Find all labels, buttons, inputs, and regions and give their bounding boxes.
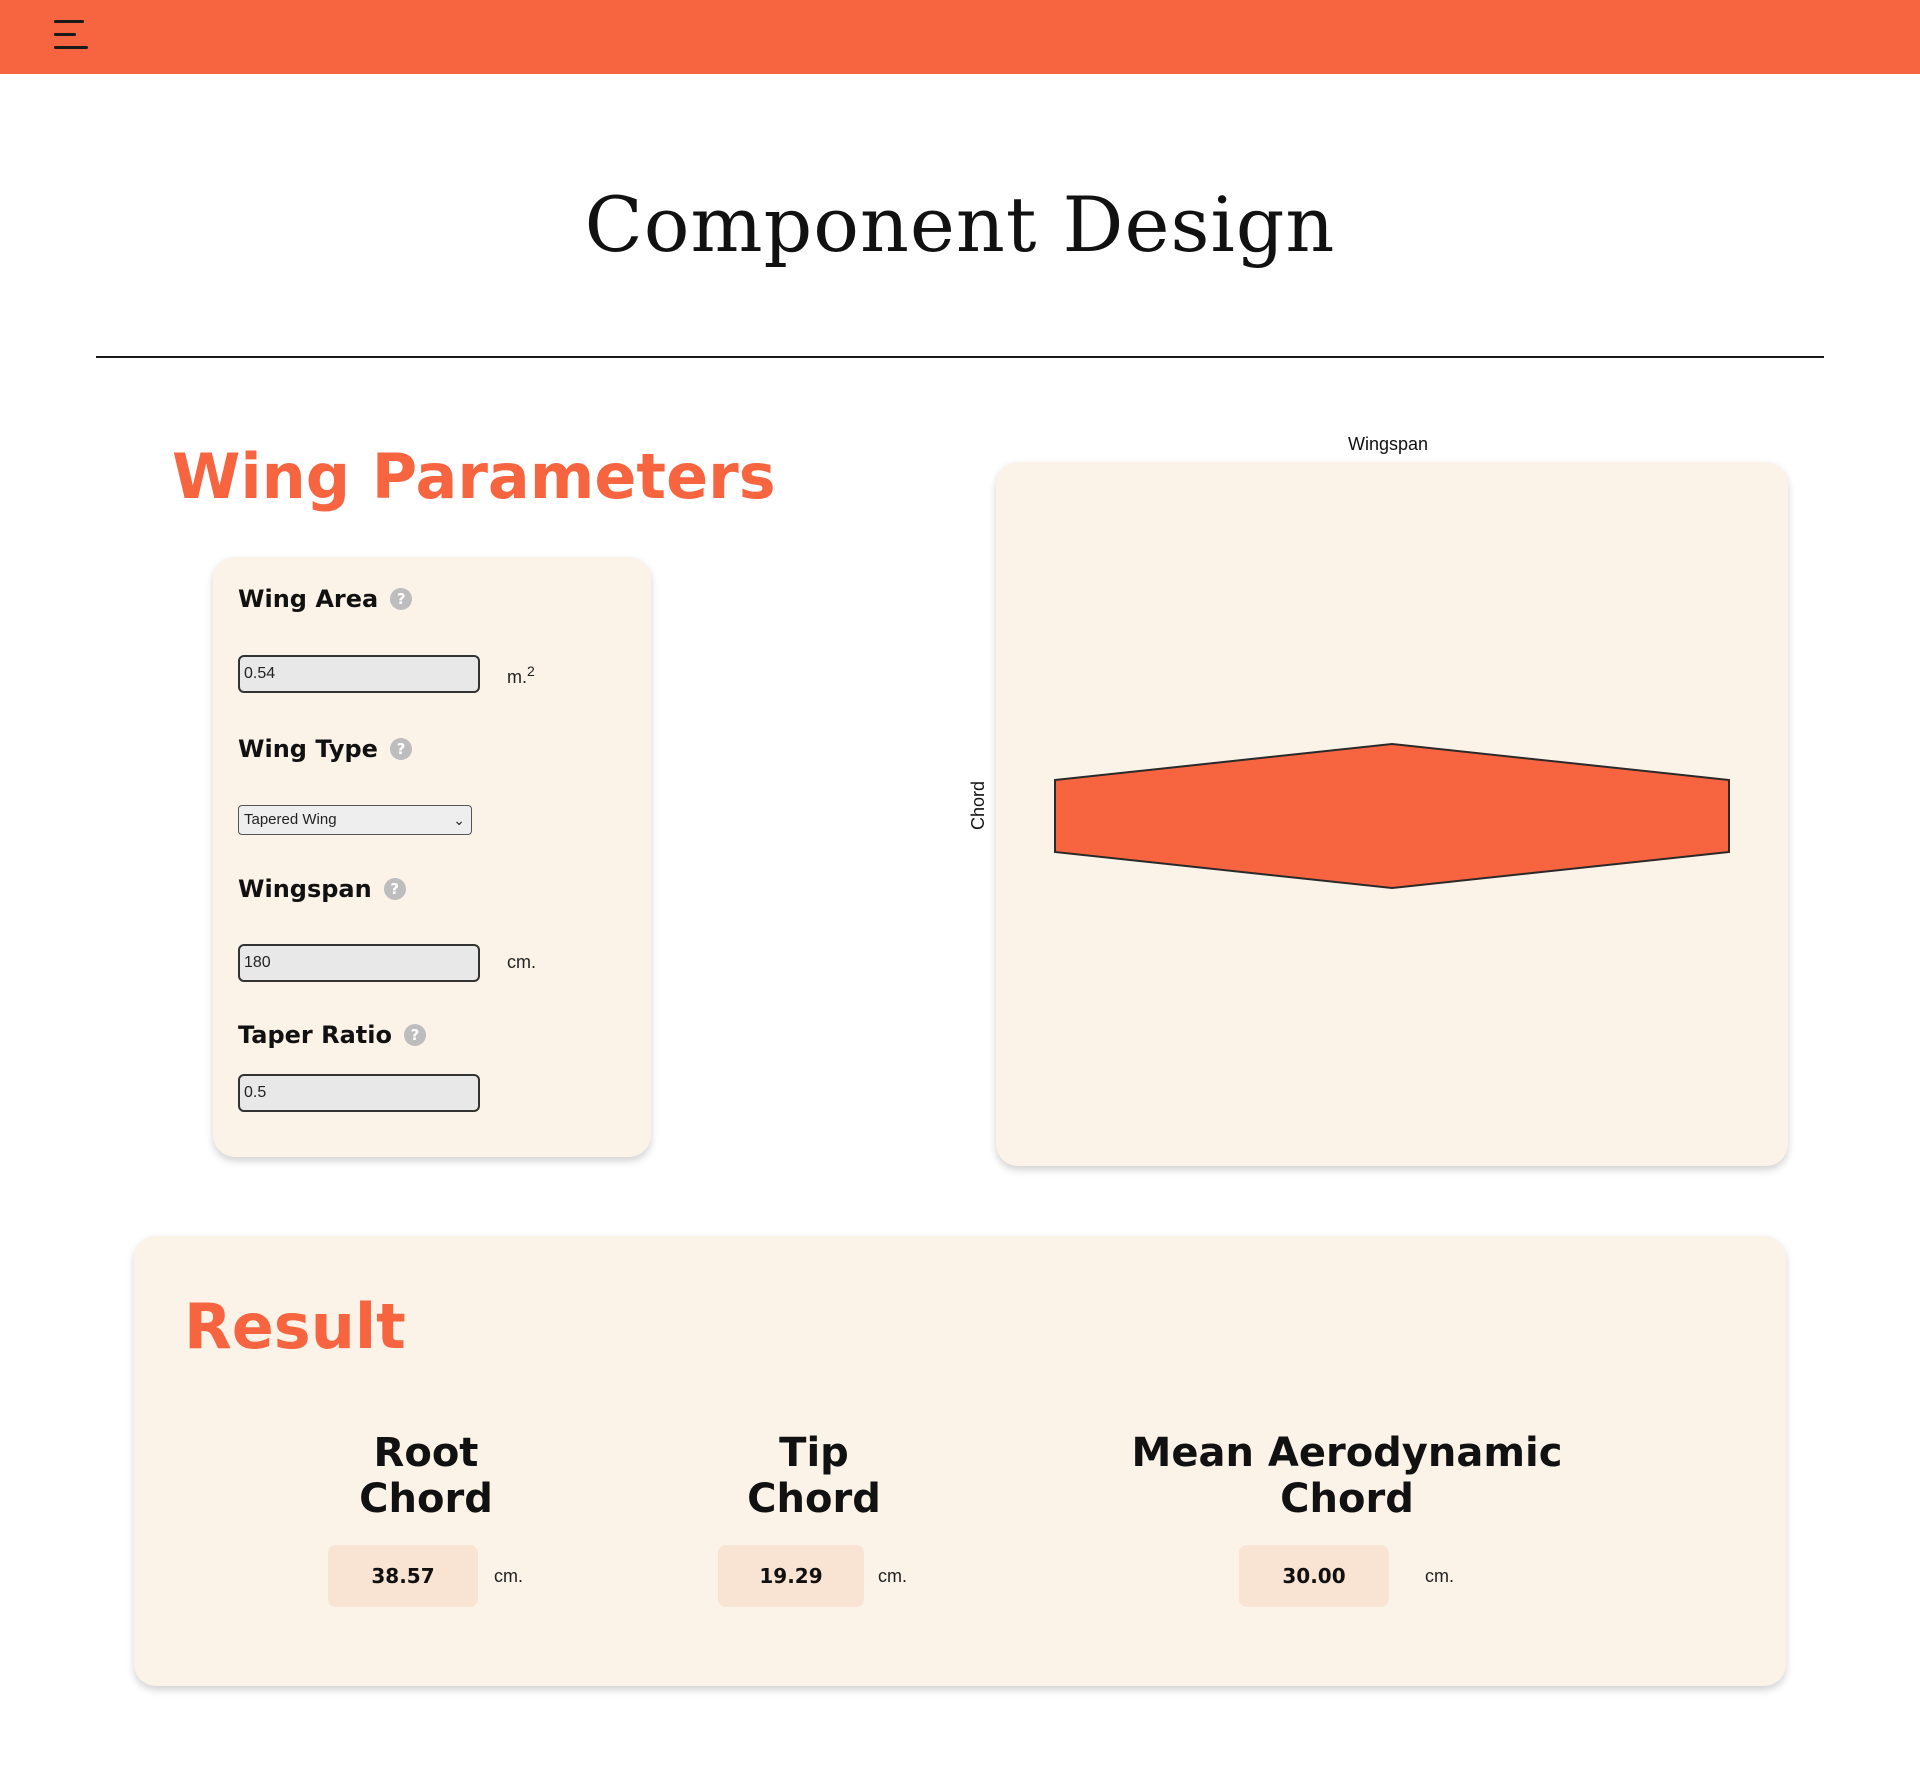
- mac-value: 30.00: [1239, 1545, 1389, 1607]
- chart-title: Wingspan: [1347, 434, 1429, 454]
- taper-ratio-label-text: Taper Ratio: [238, 1021, 392, 1049]
- question-mark-icon[interactable]: ?: [383, 878, 406, 900]
- question-mark-icon[interactable]: ?: [389, 738, 412, 760]
- menu-line: [54, 20, 84, 23]
- page-title: Component Design: [584, 180, 1336, 269]
- chevron-down-icon: ⌄: [453, 812, 465, 828]
- mac-unit: cm.: [1425, 1566, 1454, 1586]
- wing-parameters-card: Wing Area ? m.2 Wing Type ? Tapered Wing…: [213, 557, 651, 1157]
- wing-type-label: Wing Type ?: [238, 735, 412, 763]
- wingspan-input[interactable]: [238, 944, 480, 982]
- wing-area-label: Wing Area ?: [238, 585, 413, 613]
- root-chord-heading: Root Chord: [359, 1430, 493, 1522]
- title-divider: [96, 356, 1824, 358]
- tip-chord-heading: Tip Chord: [747, 1430, 881, 1522]
- wingspan-label: Wingspan ?: [238, 875, 406, 903]
- wing-area-unit-text: m.: [507, 667, 527, 687]
- mac-heading: Mean Aerodynamic Chord: [1131, 1430, 1563, 1522]
- wing-area-unit: m.2: [507, 663, 535, 688]
- tip-chord-unit: cm.: [878, 1566, 907, 1586]
- taper-ratio-label: Taper Ratio ?: [238, 1021, 426, 1049]
- wing-type-select[interactable]: Tapered Wing ⌄: [238, 805, 472, 835]
- hamburger-menu-icon[interactable]: [52, 20, 92, 54]
- tip-chord-value: 19.29: [718, 1545, 864, 1607]
- chart-y-axis-label: Chord: [968, 780, 988, 830]
- taper-ratio-input[interactable]: [238, 1074, 480, 1112]
- question-mark-icon[interactable]: ?: [390, 588, 413, 610]
- root-chord-unit: cm.: [494, 1566, 523, 1586]
- wingspan-unit: cm.: [507, 952, 536, 972]
- question-mark-icon[interactable]: ?: [403, 1024, 426, 1046]
- root-chord-value: 38.57: [328, 1545, 478, 1607]
- wing-area-unit-exponent: 2: [527, 663, 535, 679]
- top-bar: [0, 0, 1920, 74]
- wing-planform-shape: [1054, 742, 1730, 890]
- wing-planform-chart: [1054, 742, 1730, 890]
- wing-area-input[interactable]: [238, 655, 480, 693]
- wing-area-label-text: Wing Area: [238, 585, 379, 613]
- wing-type-label-text: Wing Type: [238, 735, 378, 763]
- result-title: Result: [184, 1290, 406, 1363]
- wingspan-label-text: Wingspan: [238, 875, 372, 903]
- wing-parameters-title: Wing Parameters: [172, 440, 776, 513]
- wing-type-selected: Tapered Wing: [244, 811, 337, 828]
- menu-line: [54, 46, 88, 49]
- menu-line: [54, 33, 76, 36]
